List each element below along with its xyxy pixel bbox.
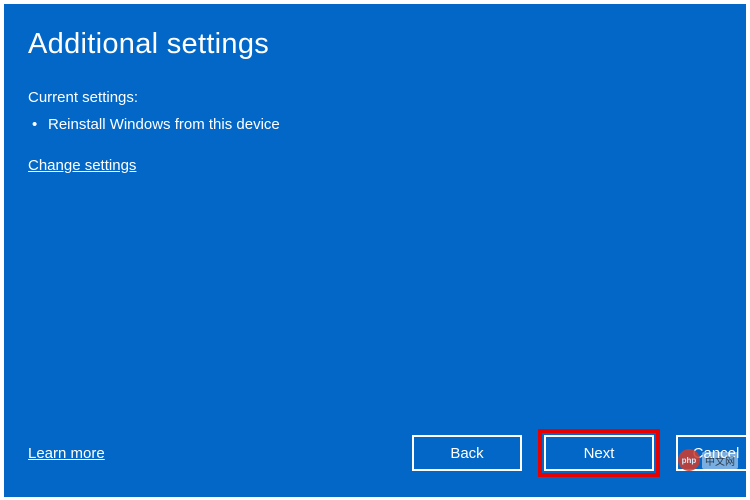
button-row: Back Next Cancel xyxy=(412,429,746,477)
change-settings-link[interactable]: Change settings xyxy=(28,157,136,174)
current-settings-label: Current settings: xyxy=(28,89,718,106)
list-item: Reinstall Windows from this device xyxy=(28,114,718,137)
settings-window: Additional settings Current settings: Re… xyxy=(4,4,746,497)
current-settings-list: Reinstall Windows from this device xyxy=(28,114,718,137)
bottom-area: Learn more Back Next Cancel xyxy=(28,429,746,477)
page-title: Additional settings xyxy=(28,28,718,61)
learn-more-link[interactable]: Learn more xyxy=(28,445,105,462)
next-button-highlight: Next xyxy=(538,429,660,477)
cancel-button[interactable]: Cancel xyxy=(676,435,750,471)
back-button[interactable]: Back xyxy=(412,435,522,471)
next-button[interactable]: Next xyxy=(544,435,654,471)
